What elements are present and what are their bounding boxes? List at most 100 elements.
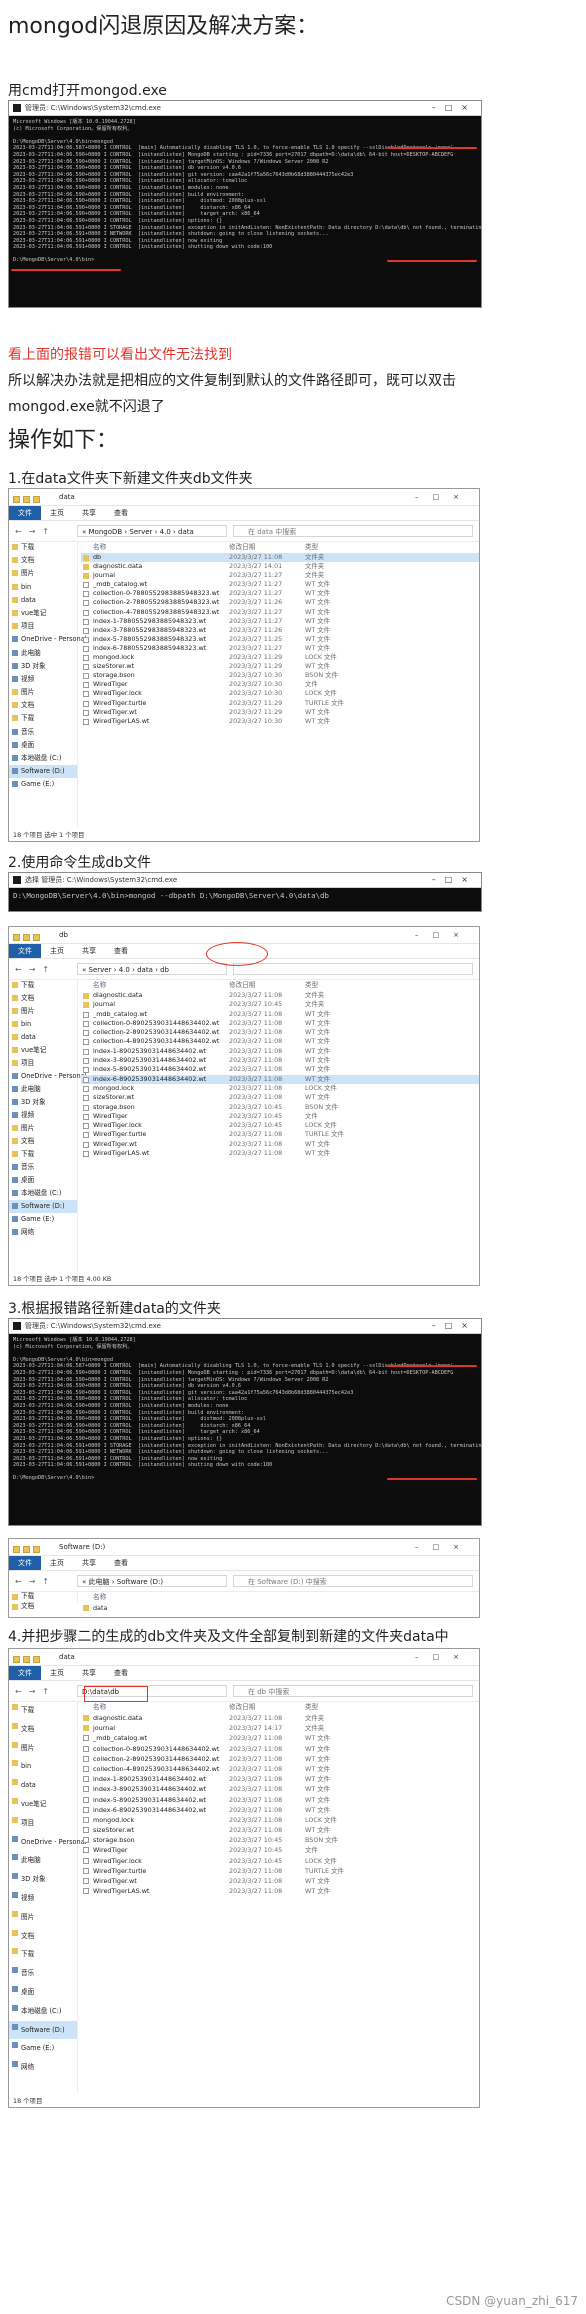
- file-row[interactable]: sizeStorer.wt 2023/3/27 11:08 WT 文件: [81, 1825, 479, 1835]
- file-row[interactable]: index-3-7880552983885948323.wt 2023/3/27 …: [81, 626, 479, 635]
- column-header[interactable]: 名称: [93, 1701, 106, 1713]
- sidebar-item[interactable]: vue笔记: [9, 1795, 77, 1814]
- file-row[interactable]: WiredTiger.lock 2023/3/27 10:45 LOCK 文件: [81, 1856, 479, 1866]
- sidebar-item[interactable]: 此电脑: [9, 647, 77, 660]
- file-row[interactable]: index-5-7880552983885948323.wt 2023/3/27 …: [81, 635, 479, 644]
- file-row[interactable]: WiredTiger.turtle 2023/3/27 11:29 TURTLE 文…: [81, 699, 479, 708]
- file-row[interactable]: mongod.lock 2023/3/27 11:08 LOCK 文件: [81, 1084, 479, 1093]
- file-row[interactable]: WiredTiger 2023/3/27 10:45 文件: [81, 1845, 479, 1855]
- file-row[interactable]: collection-0-8902539031448634402.wt 2023/…: [81, 1744, 479, 1754]
- sidebar-item[interactable]: 文档: [9, 992, 77, 1005]
- sidebar-item[interactable]: 本地磁盘 (C:): [9, 752, 77, 765]
- sidebar-item[interactable]: Game (E:): [9, 2039, 77, 2058]
- sidebar-item[interactable]: 文档: [9, 699, 77, 712]
- file-row[interactable]: WiredTiger.lock 2023/3/27 10:45 LOCK 文件: [81, 1121, 479, 1130]
- file-row[interactable]: journal 2023/3/27 14:17 文件夹: [81, 1723, 479, 1733]
- file-row[interactable]: WiredTiger 2023/3/27 10:30 文件: [81, 680, 479, 689]
- file-row[interactable]: collection-2-7880552983885948323.wt 2023/…: [81, 598, 479, 607]
- search-box[interactable]: 在 db 中搜索: [233, 1685, 473, 1697]
- file-row[interactable]: diagnostic.data 2023/3/27 11:08 文件夹: [81, 991, 479, 1000]
- ribbon-tab[interactable]: 查看: [105, 944, 137, 958]
- file-row[interactable]: index-3-8902539031448634402.wt 2023/3/27 …: [81, 1784, 479, 1794]
- sidebar-item[interactable]: data: [9, 594, 77, 607]
- quick-access-toolbar[interactable]: [13, 493, 53, 503]
- sidebar-item[interactable]: 图片: [9, 1739, 77, 1758]
- file-row[interactable]: index-3-8902539031448634402.wt 2023/3/27 …: [81, 1056, 479, 1065]
- window-controls[interactable]: –□×: [432, 1319, 477, 1333]
- column-header[interactable]: 修改日期: [229, 541, 255, 553]
- file-row[interactable]: index-5-8902539031448634402.wt 2023/3/27 …: [81, 1795, 479, 1805]
- sidebar-item[interactable]: 音乐: [9, 1161, 77, 1174]
- sidebar-item[interactable]: 图片: [9, 1005, 77, 1018]
- sidebar-item[interactable]: 图片: [9, 686, 77, 699]
- ribbon-tab[interactable]: 文件: [9, 944, 41, 958]
- file-row[interactable]: sizeStorer.wt 2023/3/27 11:29 WT 文件: [81, 662, 479, 671]
- column-header[interactable]: 名称: [93, 1591, 106, 1603]
- file-row[interactable]: index-6-7880552983885948323.wt 2023/3/27 …: [81, 644, 479, 653]
- sidebar-item[interactable]: Software (D:): [9, 765, 77, 779]
- ribbon-tab[interactable]: 查看: [105, 1666, 137, 1680]
- ribbon-tab[interactable]: 共享: [73, 1556, 105, 1570]
- ribbon-tab[interactable]: 文件: [9, 1556, 41, 1570]
- sidebar-item[interactable]: 此电脑: [9, 1083, 77, 1096]
- file-row[interactable]: db 2023/3/27 11:08 文件夹: [81, 553, 479, 563]
- ribbon-tab[interactable]: 共享: [73, 944, 105, 958]
- sidebar-item[interactable]: OneDrive - Personal: [9, 1070, 87, 1083]
- window-controls[interactable]: –□×: [432, 101, 477, 115]
- file-row[interactable]: _mdb_catalog.wt 2023/3/27 11:27 WT 文件: [81, 580, 479, 589]
- column-header[interactable]: 类型: [305, 1701, 318, 1713]
- nav-arrows-icon[interactable]: ←→↑: [15, 527, 56, 536]
- file-row[interactable]: WiredTiger.wt 2023/3/27 11:08 WT 文件: [81, 1140, 479, 1149]
- address-bar[interactable]: « MongoDB › Server › 4.0 › data: [77, 525, 227, 537]
- sidebar-item[interactable]: 文档: [9, 1720, 77, 1739]
- sidebar-item[interactable]: bin: [9, 1018, 77, 1031]
- file-row[interactable]: index-6-8902539031448634402.wt 2023/3/27 …: [81, 1805, 479, 1815]
- sidebar-item[interactable]: data: [9, 1031, 77, 1044]
- file-row[interactable]: collection-2-8902539031448634402.wt 2023/…: [81, 1028, 479, 1037]
- quick-access-toolbar[interactable]: [13, 1653, 53, 1663]
- column-header[interactable]: 类型: [305, 541, 318, 553]
- file-row[interactable]: mongod.lock 2023/3/27 11:08 LOCK 文件: [81, 1815, 479, 1825]
- address-bar[interactable]: « 此电脑 › Software (D:): [77, 1575, 227, 1587]
- sidebar-item[interactable]: 3D 对象: [9, 1870, 77, 1889]
- sidebar-item[interactable]: 视频: [9, 1109, 77, 1122]
- file-row[interactable]: index-1-7880552983885948323.wt 2023/3/27 …: [81, 617, 479, 626]
- sidebar-item[interactable]: 下载: [9, 1945, 77, 1964]
- sidebar-item[interactable]: 此电脑: [9, 1851, 77, 1870]
- sidebar-item[interactable]: 下载: [9, 712, 77, 725]
- column-header[interactable]: 修改日期: [229, 979, 255, 991]
- sidebar-item[interactable]: 文档: [9, 1601, 77, 1611]
- sidebar-item[interactable]: 音乐: [9, 726, 77, 739]
- file-row[interactable]: index-1-8902539031448634402.wt 2023/3/27 …: [81, 1047, 479, 1056]
- sidebar-item[interactable]: 下载: [9, 541, 77, 554]
- file-row[interactable]: sizeStorer.wt 2023/3/27 11:08 WT 文件: [81, 1093, 479, 1102]
- sidebar-item[interactable]: 桌面: [9, 739, 77, 752]
- file-row[interactable]: _mdb_catalog.wt 2023/3/27 11:08 WT 文件: [81, 1733, 479, 1743]
- file-row[interactable]: WiredTiger.turtle 2023/3/27 11:08 TURTLE 文…: [81, 1866, 479, 1876]
- sidebar-item[interactable]: data: [9, 1776, 77, 1795]
- ribbon-tab[interactable]: 主页: [41, 944, 73, 958]
- file-row[interactable]: diagnostic.data 2023/3/27 14:01 文件夹: [81, 562, 479, 571]
- file-row[interactable]: WiredTigerLAS.wt 2023/3/27 11:08 WT 文件: [81, 1886, 479, 1896]
- sidebar-item[interactable]: 3D 对象: [9, 1096, 77, 1109]
- file-row[interactable]: WiredTigerLAS.wt 2023/3/27 10:30 WT 文件: [81, 717, 479, 726]
- sidebar-item[interactable]: 图片: [9, 1908, 77, 1927]
- file-row[interactable]: mongod.lock 2023/3/27 11:29 LOCK 文件: [81, 653, 479, 662]
- file-row[interactable]: journal 2023/3/27 11:27 文件夹: [81, 571, 479, 580]
- sidebar-item[interactable]: Game (E:): [9, 1213, 77, 1226]
- file-row[interactable]: collection-2-8902539031448634402.wt 2023/…: [81, 1754, 479, 1764]
- file-row[interactable]: collection-4-7880552983885948323.wt 2023/…: [81, 608, 479, 617]
- sidebar-item[interactable]: 视频: [9, 1889, 77, 1908]
- sidebar-item[interactable]: 文档: [9, 1135, 77, 1148]
- window-controls[interactable]: –□×: [432, 873, 477, 887]
- file-row[interactable]: storage.bson 2023/3/27 10:45 BSON 文件: [81, 1835, 479, 1845]
- quick-access-toolbar[interactable]: [13, 931, 53, 941]
- file-row[interactable]: _mdb_catalog.wt 2023/3/27 11:08 WT 文件: [81, 1010, 479, 1019]
- nav-arrows-icon[interactable]: ←→↑: [15, 1577, 56, 1586]
- sidebar-item[interactable]: 文档: [9, 1927, 77, 1946]
- sidebar-item[interactable]: 下载: [9, 1701, 77, 1720]
- sidebar-item[interactable]: 视频: [9, 673, 77, 686]
- sidebar-item[interactable]: 项目: [9, 620, 77, 633]
- sidebar-item[interactable]: 下载: [9, 979, 77, 992]
- ribbon-tab[interactable]: 文件: [9, 1666, 41, 1680]
